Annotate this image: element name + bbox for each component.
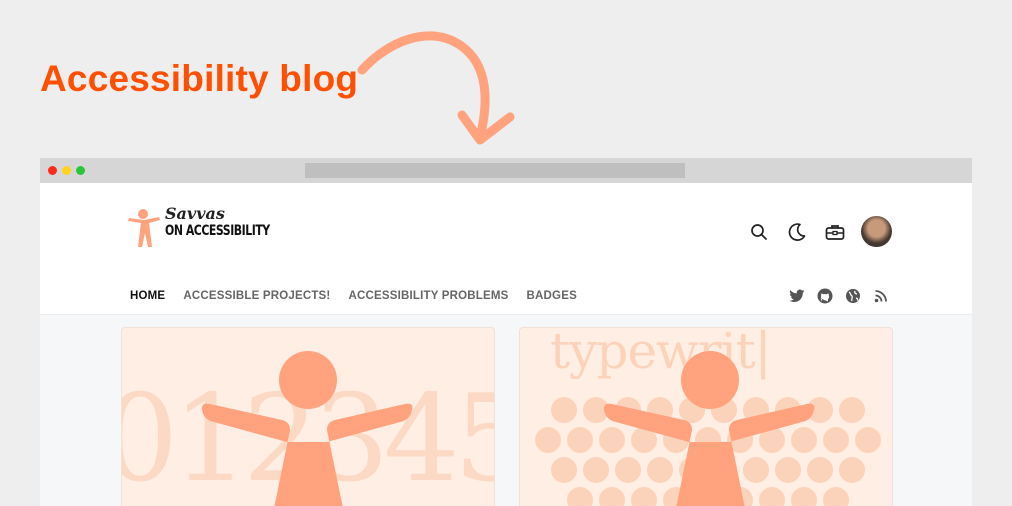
- site-logo[interactable]: Savvas ON ACCESSIBILITY: [126, 205, 299, 249]
- browser-titlebar: [40, 158, 972, 183]
- nav-item-home[interactable]: HOME: [130, 290, 165, 302]
- post-card[interactable]: 012345: [121, 327, 495, 506]
- post-card[interactable]: typewrit|: [519, 327, 893, 506]
- social-links: [789, 288, 889, 304]
- curved-arrow-icon: [357, 31, 515, 145]
- nav-item-accessible-projects[interactable]: ACCESSIBLE PROJECTS!: [183, 290, 330, 302]
- promo-title: Accessibility blog: [40, 58, 359, 99]
- address-bar[interactable]: [305, 163, 685, 178]
- avatar[interactable]: [861, 216, 892, 247]
- accessibility-figure-icon: [128, 209, 160, 247]
- github-icon[interactable]: [817, 288, 833, 304]
- close-window-button[interactable]: [48, 166, 57, 175]
- post-list: 012345 typewrit|: [40, 315, 972, 506]
- browser-window: Savvas ON ACCESSIBILITY HOME ACCESSIBLE …: [40, 158, 972, 506]
- logo-name: Savvas: [165, 204, 225, 223]
- minimize-window-button[interactable]: [62, 166, 71, 175]
- rss-icon[interactable]: [873, 288, 889, 304]
- nav-item-badges[interactable]: BADGES: [527, 290, 577, 302]
- main-nav: HOME ACCESSIBLE PROJECTS! ACCESSIBILITY …: [130, 290, 577, 302]
- maximize-window-button[interactable]: [76, 166, 85, 175]
- header-tools: [747, 216, 892, 247]
- site-header: Savvas ON ACCESSIBILITY HOME ACCESSIBLE …: [40, 183, 972, 315]
- nav-item-accessibility-problems[interactable]: ACCESSIBILITY PROBLEMS: [348, 290, 508, 302]
- logo-tagline: ON ACCESSIBILITY: [165, 223, 270, 239]
- toolbox-icon[interactable]: [823, 220, 847, 244]
- search-icon[interactable]: [747, 220, 771, 244]
- accessibility-figure-icon: [201, 351, 413, 506]
- globe-icon[interactable]: [845, 288, 861, 304]
- twitter-icon[interactable]: [789, 288, 805, 304]
- typewriter-keys-pattern: [535, 351, 881, 506]
- moon-icon[interactable]: [785, 220, 809, 244]
